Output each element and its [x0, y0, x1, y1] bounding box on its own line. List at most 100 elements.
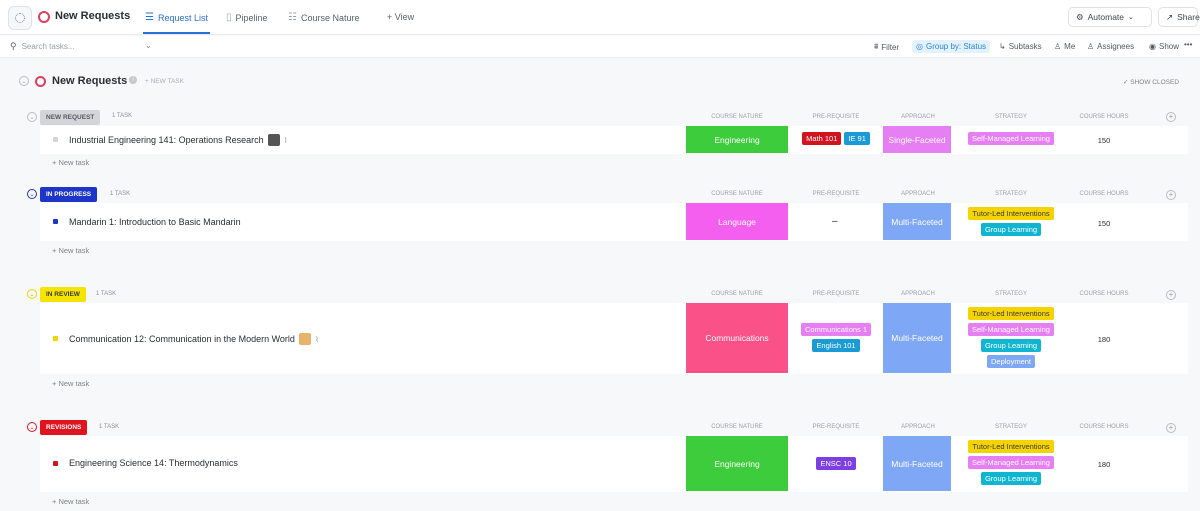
new-task-button[interactable]: + New task — [52, 246, 89, 255]
thumbnail-image[interactable] — [267, 134, 280, 146]
task-name[interactable]: Mandarin 1: Introduction to Basic Mandar… — [69, 217, 241, 227]
tab-request-list[interactable]: ☰ Request List — [145, 12, 208, 23]
column-header-approach[interactable]: APPROACH — [868, 424, 968, 430]
share-button[interactable]: ↗ Share — [1158, 7, 1200, 27]
top-bar: New Requests ☰ Request List ▯ Pipeline ☷… — [0, 0, 1200, 35]
assignees-button[interactable]: ♙ Assignees — [1087, 42, 1134, 51]
strategy-cell[interactable]: Tutor-Led Interventions Self-Managed Lea… — [961, 307, 1061, 368]
share-icon: ↗ — [1166, 11, 1174, 22]
tab-pipeline[interactable]: ▯ Pipeline — [226, 12, 268, 23]
sidebar-toggle-button[interactable] — [8, 6, 32, 30]
strategy-cell[interactable]: Self-Managed Learning — [961, 132, 1061, 145]
course-nature-cell[interactable]: Communications — [686, 303, 788, 373]
column-header-strategy[interactable]: STRATEGY — [961, 291, 1061, 297]
course-hours-value[interactable]: 180 — [1084, 460, 1124, 469]
collapse-list-button[interactable]: ⌄ — [19, 76, 29, 86]
add-column-button[interactable]: + — [1166, 290, 1176, 300]
task-status-bullet[interactable] — [53, 461, 58, 466]
show-button[interactable]: ◉ Show — [1149, 42, 1179, 51]
prerequisite-chip: Communications 1 — [800, 323, 872, 336]
task-status-bullet[interactable] — [53, 137, 58, 142]
approach-cell[interactable]: Single-Faceted — [883, 126, 951, 153]
prerequisite-cell[interactable]: Communications 1 English 101 — [786, 323, 886, 352]
task-name[interactable]: Industrial Engineering 141: Operations R… — [69, 134, 288, 146]
collapse-group-button[interactable]: ⌄ — [27, 189, 37, 199]
new-task-button[interactable]: + New task — [52, 379, 89, 388]
thumbnail-image[interactable] — [298, 333, 311, 345]
more-options-button[interactable]: ••• — [1184, 40, 1192, 49]
new-task-button[interactable]: + New task — [52, 497, 89, 506]
spinner-icon — [15, 13, 25, 23]
attachment-icon[interactable]: ⌇ — [315, 335, 319, 344]
column-header-course-hours[interactable]: COURSE HOURS — [1054, 114, 1154, 120]
course-nature-cell[interactable]: Language — [686, 203, 788, 240]
task-name[interactable]: Engineering Science 14: Thermodynamics — [69, 458, 238, 468]
approach-cell[interactable]: Multi-Faceted — [883, 436, 951, 491]
table-icon: ☷ — [288, 12, 297, 23]
column-header-approach[interactable]: APPROACH — [868, 114, 968, 120]
info-icon[interactable]: i — [129, 76, 137, 84]
column-header-strategy[interactable]: STRATEGY — [961, 424, 1061, 430]
group-by-button[interactable]: ◎ Group by: Status — [912, 40, 991, 53]
collapse-group-button[interactable]: ⌄ — [27, 112, 37, 122]
strategy-chip: Self-Managed Learning — [968, 456, 1054, 469]
course-nature-cell[interactable]: Engineering — [686, 126, 788, 153]
tab-course-nature[interactable]: ☷ Course Nature — [288, 12, 360, 23]
collapse-group-button[interactable]: ⌄ — [27, 422, 37, 432]
course-hours-value[interactable]: 150 — [1084, 219, 1124, 228]
new-task-button[interactable]: + New task — [52, 158, 89, 167]
status-badge: REVISIONS — [40, 420, 88, 435]
add-view-button[interactable]: + View — [387, 12, 414, 22]
subtasks-button[interactable]: ↳ Subtasks — [999, 42, 1042, 51]
automate-button[interactable]: ⚙ Automate ⌄ — [1068, 7, 1152, 27]
me-filter-button[interactable]: ♙ Me — [1054, 42, 1075, 51]
column-header-strategy[interactable]: STRATEGY — [961, 114, 1061, 120]
column-header-course-hours[interactable]: COURSE HOURS — [1054, 424, 1154, 430]
strategy-chip: Group Learning — [980, 472, 1042, 485]
chevron-down-icon[interactable]: ⌄ — [145, 41, 152, 50]
search-input[interactable]: ⚲ Search tasks... — [10, 41, 75, 52]
board-icon: ▯ — [226, 12, 232, 23]
task-name[interactable]: Communication 12: Communication in the M… — [69, 333, 319, 345]
task-status-bullet[interactable] — [53, 336, 58, 341]
task-status-bullet[interactable] — [53, 219, 58, 224]
column-header-course-hours[interactable]: COURSE HOURS — [1054, 291, 1154, 297]
column-header-course-nature[interactable]: COURSE NATURE — [687, 424, 787, 430]
add-column-button[interactable]: + — [1166, 423, 1176, 433]
prerequisite-chip: Math 101 — [802, 132, 842, 145]
filter-icon: ⩩ — [874, 42, 879, 51]
column-header-course-nature[interactable]: COURSE NATURE — [687, 291, 787, 297]
task-count: 1 TASK — [112, 113, 133, 119]
column-header-strategy[interactable]: STRATEGY — [961, 191, 1061, 197]
status-badge: IN REVIEW — [40, 287, 86, 302]
column-header-approach[interactable]: APPROACH — [868, 291, 968, 297]
course-hours-value[interactable]: 180 — [1084, 335, 1124, 344]
collapse-group-button[interactable]: ⌄ — [27, 289, 37, 299]
strategy-cell[interactable]: Tutor-Led Interventions Self-Managed Lea… — [961, 440, 1061, 485]
prerequisite-empty[interactable]: – — [832, 216, 838, 227]
chevron-down-icon: ⌄ — [29, 291, 35, 298]
add-column-button[interactable]: + — [1166, 190, 1176, 200]
column-header-course-nature[interactable]: COURSE NATURE — [687, 191, 787, 197]
column-header-approach[interactable]: APPROACH — [868, 191, 968, 197]
strategy-cell[interactable]: Tutor-Led Interventions Group Learning — [961, 207, 1061, 236]
column-header-course-hours[interactable]: COURSE HOURS — [1054, 191, 1154, 197]
course-nature-cell[interactable]: Engineering — [686, 436, 788, 491]
column-header-course-nature[interactable]: COURSE NATURE — [687, 114, 787, 120]
strategy-chip: Group Learning — [980, 339, 1042, 352]
show-closed-button[interactable]: ✓ SHOW CLOSED — [1123, 78, 1179, 86]
course-hours-value[interactable]: 150 — [1084, 136, 1124, 145]
add-column-button[interactable]: + — [1166, 112, 1176, 122]
approach-cell[interactable]: Multi-Faceted — [883, 203, 951, 240]
filter-button[interactable]: ⩩ Filter — [874, 42, 899, 52]
prerequisite-cell[interactable]: Math 101 IE 91 — [786, 132, 886, 145]
list-icon: ☰ — [145, 12, 154, 23]
prerequisite-cell[interactable]: ENSC 10 — [786, 457, 886, 470]
new-task-link[interactable]: + NEW TASK — [145, 78, 184, 85]
subtask-icon: ↳ — [999, 42, 1006, 51]
robot-icon: ⚙ — [1076, 11, 1084, 22]
strategy-chip: Group Learning — [980, 223, 1042, 236]
status-ring-icon — [38, 11, 50, 23]
approach-cell[interactable]: Multi-Faceted — [883, 303, 951, 373]
attachment-icon[interactable]: ⌇ — [284, 136, 288, 145]
